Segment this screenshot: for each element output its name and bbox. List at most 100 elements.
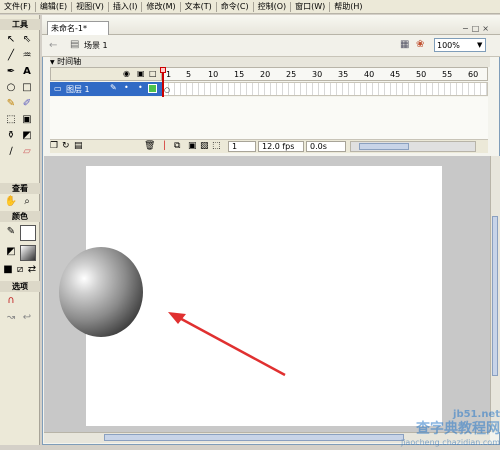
ruler-label: 1 xyxy=(166,70,172,79)
ink-bottle-tool-icon[interactable]: ⚱ xyxy=(4,129,18,143)
menu-bar: 文件(F) 编辑(E) 视图(V) 插入(I) 修改(M) 文本(T) 命令(C… xyxy=(0,0,500,14)
layer-header: ◉ ▣ □ xyxy=(50,67,162,81)
watermark-site: jb51.net xyxy=(453,409,500,420)
minimize-icon[interactable]: − xyxy=(462,24,472,33)
tools-title: 工具 xyxy=(0,19,40,30)
onion-outline-icon[interactable]: ▣ xyxy=(188,141,197,151)
pencil-icon: ✎ xyxy=(110,83,117,92)
onion-markers-icon[interactable]: ⬚ xyxy=(212,141,221,151)
pencil-tool-icon[interactable]: ✎ xyxy=(4,97,18,111)
add-folder-icon[interactable]: ▤ xyxy=(74,141,83,151)
lock-dot-icon[interactable]: • xyxy=(138,83,143,92)
line-tool-icon[interactable]: ╱ xyxy=(4,49,18,63)
scene-icon: ▤ xyxy=(70,39,80,50)
add-layer-icon[interactable]: ❐ xyxy=(50,141,58,151)
stroke-color-swatch[interactable] xyxy=(20,225,36,241)
menu-view[interactable]: 视图(V) xyxy=(72,1,108,12)
edit-symbols-icon[interactable]: ❀ xyxy=(416,39,430,51)
pen-tool-icon[interactable]: ✒ xyxy=(4,65,18,79)
text-tool-icon[interactable]: A xyxy=(20,65,34,79)
swap-colors-icon[interactable]: ⇄ xyxy=(26,263,38,277)
brush-tool-icon[interactable]: ✐ xyxy=(20,97,34,111)
arrow-shaft xyxy=(173,313,286,377)
menu-window[interactable]: 窗口(W) xyxy=(291,1,329,12)
playhead-handle[interactable] xyxy=(160,67,166,73)
subselect-tool-icon[interactable]: ⇖ xyxy=(20,33,34,47)
paint-bucket-tool-icon[interactable]: ◩ xyxy=(20,129,34,143)
straighten-icon[interactable]: ↩ xyxy=(20,311,34,325)
current-frame-field: 1 xyxy=(228,141,256,152)
menu-help[interactable]: 帮助(H) xyxy=(330,1,366,12)
eraser-tool-icon[interactable]: ▱ xyxy=(20,145,34,159)
menu-text[interactable]: 文本(T) xyxy=(181,1,216,12)
window-controls: −□× xyxy=(462,24,490,34)
eye-icon[interactable]: ◉ xyxy=(123,69,130,78)
timeline-title: 时间轴 xyxy=(57,57,82,66)
layer-name[interactable]: 图层 1 xyxy=(66,84,90,95)
ruler-label: 15 xyxy=(234,70,245,79)
frame-rate-field: 12.0 fps xyxy=(258,141,304,152)
frame-ruler[interactable]: 1 5 10 15 20 25 30 35 40 45 50 55 60 xyxy=(162,67,488,81)
no-color-icon[interactable]: ⧄ xyxy=(14,263,26,277)
stroke-color-icon[interactable]: ✎ xyxy=(4,225,18,239)
rectangle-tool-icon[interactable]: □ xyxy=(20,81,34,95)
frame-track[interactable]: ○ xyxy=(162,82,488,96)
document-tab-bar xyxy=(42,15,500,35)
watermark-text: 查字典教程网 xyxy=(416,421,500,437)
restore-icon[interactable]: □ xyxy=(472,24,483,33)
lock-icon[interactable]: ▣ xyxy=(137,69,145,78)
visibility-dot-icon[interactable]: • xyxy=(124,83,129,92)
close-icon[interactable]: × xyxy=(482,24,492,33)
menu-file[interactable]: 文件(F) xyxy=(0,1,35,12)
outline-icon[interactable]: □ xyxy=(149,69,157,78)
menu-control[interactable]: 控制(O) xyxy=(254,1,291,12)
layer-color-swatch[interactable] xyxy=(148,84,157,93)
timeline-hscroll[interactable] xyxy=(350,141,476,152)
zoom-tool-icon[interactable]: ⌕ xyxy=(20,195,34,209)
ruler-label: 55 xyxy=(442,70,453,79)
arrow-tool-icon[interactable]: ↖ xyxy=(4,33,18,47)
oval-tool-icon[interactable]: ○ xyxy=(4,81,18,95)
fill-transform-tool-icon[interactable]: ▣ xyxy=(20,113,34,127)
free-transform-tool-icon[interactable]: ⬚ xyxy=(4,113,18,127)
layer-icon: ▭ xyxy=(54,84,62,93)
menu-edit[interactable]: 编辑(E) xyxy=(36,1,71,12)
eyedropper-tool-icon[interactable]: ∕ xyxy=(4,145,18,159)
menu-commands[interactable]: 命令(C) xyxy=(217,1,253,12)
elapsed-time-field: 0.0s xyxy=(306,141,346,152)
ruler-label: 10 xyxy=(208,70,219,79)
tools-panel: 工具 ↖ ⇖ ╱ ♒ ✒ A ○ □ ✎ ✐ ⬚ ▣ ⚱ ◩ ∕ ▱ 查看 ✋ … xyxy=(0,15,40,445)
black-white-icon[interactable]: ■ xyxy=(2,263,14,277)
edit-multiple-icon[interactable]: ▧ xyxy=(200,141,209,151)
hscroll-thumb[interactable] xyxy=(104,434,404,441)
center-frame-icon[interactable]: │ xyxy=(162,141,167,150)
onion-skin-icon[interactable]: ⧉ xyxy=(174,141,180,151)
fill-color-swatch[interactable] xyxy=(20,245,36,261)
back-arrow-icon[interactable]: ← xyxy=(49,40,59,52)
ruler-label: 30 xyxy=(312,70,323,79)
menu-insert[interactable]: 插入(I) xyxy=(109,1,142,12)
collapse-triangle-icon[interactable]: ▼ xyxy=(50,59,55,66)
trash-icon[interactable]: 🗑 xyxy=(144,141,155,151)
gradient-sphere[interactable] xyxy=(59,247,143,337)
document-tab[interactable]: 未命名-1* xyxy=(47,21,109,35)
lasso-tool-icon[interactable]: ♒ xyxy=(20,49,34,63)
smooth-icon[interactable]: ↝ xyxy=(4,311,18,325)
keyframe-icon[interactable]: ○ xyxy=(164,86,170,94)
fill-color-icon[interactable]: ◩ xyxy=(4,245,18,259)
color-title: 颜色 xyxy=(0,211,40,222)
ruler-label: 25 xyxy=(286,70,297,79)
layer-row[interactable]: ▭ 图层 1 ✎ • • xyxy=(50,82,162,96)
ruler-label: 60 xyxy=(468,70,479,79)
menu-modify[interactable]: 修改(M) xyxy=(142,1,179,12)
hand-tool-icon[interactable]: ✋ xyxy=(4,195,18,209)
add-guide-icon[interactable]: ↻ xyxy=(62,141,70,151)
chevron-down-icon[interactable]: ▼ xyxy=(477,39,485,51)
vscroll-thumb[interactable] xyxy=(492,216,498,376)
timeline-header[interactable]: ▼ 时间轴 xyxy=(50,57,490,67)
edit-scene-icon[interactable]: ▦ xyxy=(400,39,412,51)
ruler-label: 45 xyxy=(390,70,401,79)
stage-vscroll[interactable] xyxy=(490,156,500,432)
magnet-icon[interactable]: ∩ xyxy=(4,294,18,308)
timeline-scroll-thumb[interactable] xyxy=(359,143,409,150)
